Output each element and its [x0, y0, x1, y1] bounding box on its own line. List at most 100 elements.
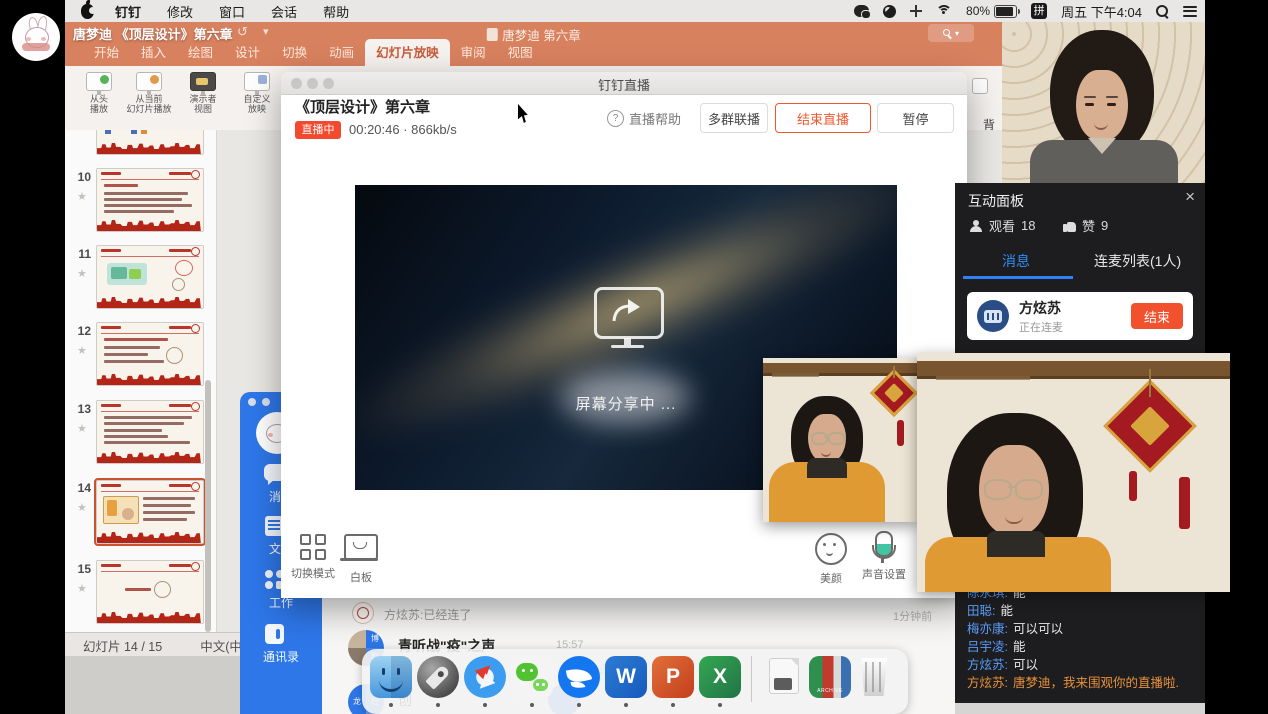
end-mic-button[interactable]: 结束 — [1131, 303, 1183, 329]
tab-review[interactable]: 审阅 — [450, 39, 497, 66]
tab-home[interactable]: 开始 — [83, 39, 130, 66]
sidebar-item-contacts[interactable]: 通讯录 — [240, 648, 322, 665]
menu-conversation[interactable]: 会话 — [258, 2, 310, 21]
tab-transitions[interactable]: 切换 — [271, 39, 318, 66]
spotlight-search-icon[interactable] — [1156, 5, 1169, 18]
slide-thumbnail-14-selected[interactable] — [96, 480, 204, 544]
chat-timestamp-ago: 1分钟前 — [893, 608, 932, 624]
menu-edit[interactable]: 修改 — [154, 2, 206, 21]
tab-animations[interactable]: 动画 — [318, 39, 365, 66]
contacts-icon[interactable] — [262, 624, 288, 646]
likes-value: 9 — [1101, 218, 1108, 233]
tab-slideshow-active[interactable]: 幻灯片放映 — [365, 39, 450, 66]
slide-thumbnail-partial[interactable] — [96, 130, 204, 155]
panel-input-strip[interactable] — [955, 703, 1205, 714]
end-live-button[interactable]: 结束直播 — [775, 103, 871, 133]
live-title-bar[interactable]: 钉钉直播 — [281, 72, 967, 95]
switch-mode-icon — [300, 534, 326, 560]
glasses — [811, 432, 828, 445]
live-window-title: 钉钉直播 — [281, 75, 967, 94]
custom-show-button[interactable]: 自定义 放映 — [231, 72, 283, 114]
pause-button[interactable]: 暂停 — [877, 103, 954, 133]
document-dock-icon[interactable] — [762, 656, 804, 698]
mic-user-video-small[interactable] — [763, 358, 918, 522]
ribbon-search-button[interactable]: ▾ — [928, 24, 974, 42]
status-menu-icon[interactable] — [883, 5, 896, 18]
trash-dock-icon[interactable] — [856, 656, 892, 698]
quick-access-caret-icon[interactable]: ▾ — [263, 25, 269, 38]
word-dock-icon[interactable]: W — [605, 656, 647, 698]
menu-clock[interactable]: 周五 下午4:04 — [1061, 2, 1142, 21]
tab-mic-list[interactable]: 连麦列表(1人) — [1094, 251, 1181, 271]
dingtalk-dock-icon[interactable] — [558, 656, 600, 698]
live-duration-bitrate: 00:20:46 · 866kb/s — [349, 122, 457, 137]
tab-design[interactable]: 设计 — [224, 39, 271, 66]
menu-help[interactable]: 帮助 — [310, 2, 362, 21]
viewer-count: 观看 18 — [970, 216, 1035, 235]
input-method-icon[interactable]: 拼 — [1031, 3, 1047, 19]
whiteboard-icon — [344, 534, 378, 560]
viewers-label: 观看 — [989, 216, 1015, 235]
tab-insert[interactable]: 插入 — [130, 39, 177, 66]
battery-indicator[interactable]: 80% — [966, 4, 1017, 18]
menu-app[interactable]: 钉钉 — [102, 2, 154, 21]
floating-user-avatar[interactable] — [12, 13, 60, 61]
hide-background-checkbox[interactable] — [972, 78, 988, 94]
finder-dock-icon[interactable] — [370, 656, 412, 698]
launchpad-dock-icon[interactable] — [417, 656, 459, 698]
whiteboard-button[interactable]: 白板 — [331, 534, 391, 585]
chat-message-highlighted: 方炫苏:唐梦迪，我来围观你的直播啦. — [967, 674, 1193, 692]
play-from-current-icon — [136, 72, 162, 91]
move-tool-icon[interactable] — [910, 5, 922, 17]
live-help-link[interactable]: ? 直播帮助 — [607, 109, 681, 128]
macos-menu-bar: 钉钉 修改 窗口 会话 帮助 80% 拼 周五 下午4:04 — [65, 0, 1205, 22]
slide-counter: 幻灯片 14 / 15 — [83, 636, 162, 655]
dock-separator — [751, 656, 752, 702]
slide-thumbnail-13[interactable] — [96, 400, 204, 464]
multi-group-broadcast-button[interactable]: 多群联播 — [700, 103, 768, 133]
excel-dock-icon[interactable]: X — [699, 656, 741, 698]
presenter-webcam-video[interactable] — [1002, 22, 1205, 183]
search-icon — [943, 29, 952, 38]
slide-star-icon: ★ — [77, 190, 87, 203]
wifi-icon[interactable] — [936, 5, 952, 17]
tab-draw[interactable]: 绘图 — [177, 39, 224, 66]
slide-thumbnail-12[interactable] — [96, 322, 204, 386]
slide-thumbnail-panel: 10 ★ 11 ★ 12 ★ — [65, 130, 217, 632]
chevron-down-icon: ▾ — [955, 29, 959, 38]
chat-message: 梅亦康:可以可以 — [967, 620, 1193, 638]
archive-dock-icon[interactable]: ARCHIVE — [809, 656, 851, 698]
notification-center-icon[interactable] — [1183, 6, 1197, 17]
audio-settings-button[interactable]: 声音设置 — [854, 531, 914, 582]
chat-notice-text: 方炫苏:已经连了 — [384, 606, 471, 623]
panel-title: 互动面板 — [968, 191, 1024, 211]
slide-panel-scrollbar[interactable] — [205, 380, 211, 632]
microphone-icon — [875, 531, 893, 557]
slide-thumbnail-11[interactable] — [96, 245, 204, 309]
chat-message: 田聪:能 — [967, 602, 1193, 620]
wechat-status-icon[interactable] — [854, 5, 869, 17]
beauty-filter-button[interactable]: 美颜 — [801, 533, 861, 586]
tab-messages[interactable]: 消息 — [1002, 251, 1030, 271]
safari-dock-icon[interactable] — [464, 656, 506, 698]
menu-window[interactable]: 窗口 — [206, 2, 258, 21]
play-from-start-button[interactable]: 从头 播放 — [73, 72, 125, 114]
powerpoint-dock-icon[interactable]: P — [652, 656, 694, 698]
play-from-current-button[interactable]: 从当前 幻灯片播放 — [123, 72, 175, 114]
traffic-light[interactable] — [248, 398, 256, 406]
presenter-view-label: 演示者 视图 — [177, 94, 229, 114]
undo-icon[interactable]: ↺ — [237, 24, 248, 40]
slide-thumbnail-15[interactable] — [96, 560, 204, 624]
group-seal-avatar[interactable] — [352, 602, 374, 624]
mic-user-video-large[interactable] — [917, 353, 1230, 592]
tab-view[interactable]: 视图 — [497, 39, 544, 66]
macos-dock: W P X ARCHIVE — [362, 649, 908, 714]
slide-thumbnail-10[interactable] — [96, 168, 204, 232]
apple-menu-icon[interactable] — [81, 4, 94, 19]
slide-star-icon: ★ — [77, 422, 87, 435]
audio-settings-label: 声音设置 — [854, 566, 914, 582]
close-icon[interactable]: × — [1185, 187, 1195, 207]
wechat-dock-icon[interactable] — [511, 656, 553, 698]
traffic-light[interactable] — [262, 398, 270, 406]
presenter-view-button[interactable]: 演示者 视图 — [177, 72, 229, 114]
